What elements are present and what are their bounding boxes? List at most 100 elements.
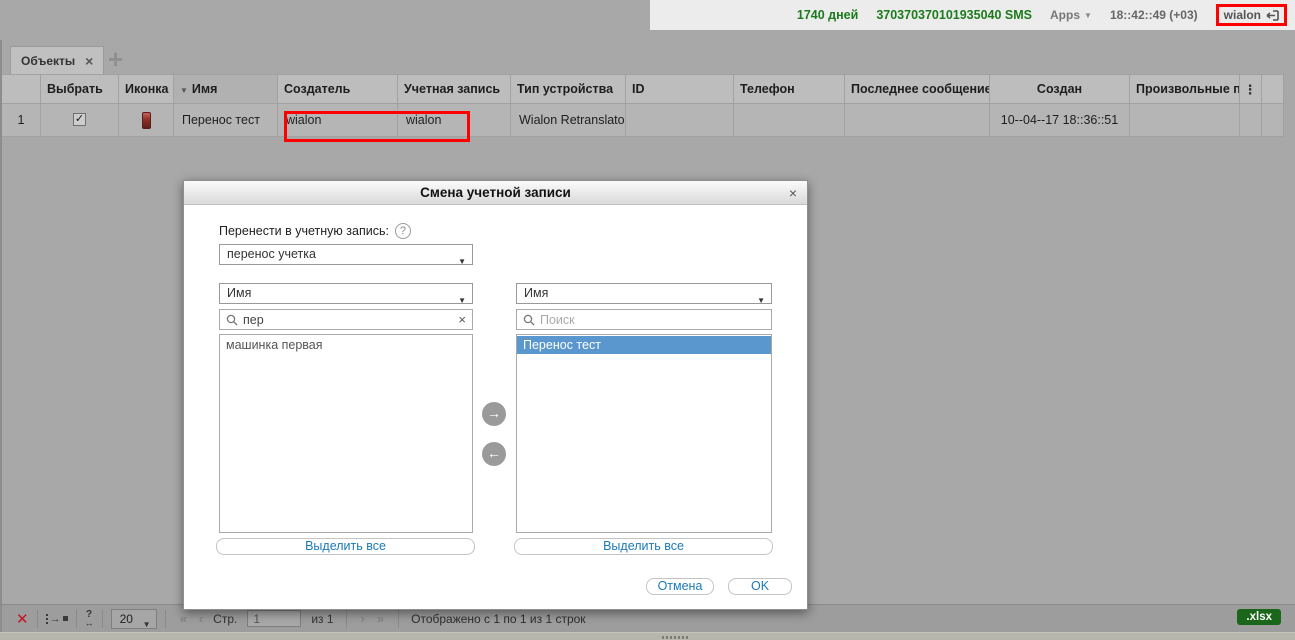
header-device-type[interactable]: Тип устройства	[511, 74, 626, 104]
page-total-label: из 1	[311, 612, 333, 626]
header-icon[interactable]: Иконка	[119, 74, 174, 104]
row-icon-cell	[119, 104, 174, 137]
divider	[37, 610, 38, 628]
move-to-account-icon[interactable]: →	[46, 613, 68, 625]
help-icon[interactable]: ?	[395, 223, 411, 239]
divider	[346, 610, 347, 628]
user-logout-button[interactable]: wialon	[1216, 4, 1287, 26]
apps-menu[interactable]: Apps ▼	[1050, 8, 1092, 22]
target-account-value: перенос учетка	[227, 247, 316, 261]
chevron-down-icon: ▼	[458, 291, 466, 310]
delete-selected-icon[interactable]: ✕	[16, 610, 29, 628]
tab-objects[interactable]: Объекты ×	[10, 46, 104, 74]
add-tab-icon[interactable]: +	[108, 46, 123, 72]
change-account-dialog: Смена учетной записи × Перенести в учетн…	[183, 180, 808, 610]
unit-device-icon	[142, 112, 151, 129]
row-name[interactable]: Перенос тест	[174, 104, 278, 137]
move-right-button[interactable]: →	[482, 402, 506, 426]
transfer-account-label: Перенести в учетную запись:	[219, 224, 389, 238]
header-account[interactable]: Учетная запись	[398, 74, 511, 104]
row-last-message	[845, 104, 990, 137]
row-number: 1	[2, 104, 41, 137]
ok-button[interactable]: OK	[728, 578, 792, 595]
tab-close-icon[interactable]: ×	[85, 53, 93, 69]
page-number-input[interactable]	[247, 610, 301, 627]
clear-search-icon[interactable]: ×	[458, 312, 466, 327]
right-sort-value: Имя	[524, 286, 548, 300]
right-sort-select[interactable]: Имя ▼	[516, 283, 772, 304]
header-spacer	[1262, 74, 1284, 104]
arrow-glyph: →	[50, 613, 61, 625]
divider	[76, 610, 77, 628]
search-icon	[226, 314, 238, 326]
row-created: 10--04--17 18::36::51	[990, 104, 1130, 137]
chevron-down-icon: ▼	[458, 252, 466, 271]
header-last-message[interactable]: Последнее сообщение	[845, 74, 990, 104]
header-creator[interactable]: Создатель	[278, 74, 398, 104]
tab-objects-label: Объекты	[21, 54, 75, 68]
row-kebab-spacer	[1240, 104, 1262, 137]
days-counter: 1740 дней	[797, 8, 858, 22]
rows-status-text: Отображено с 1 по 1 из 1 строк	[411, 612, 585, 626]
prev-page-button[interactable]: ‹	[199, 611, 203, 626]
divider	[398, 610, 399, 628]
clock-display: 18::42::49 (+03)	[1110, 8, 1198, 22]
left-search-box: ×	[219, 309, 473, 330]
apps-menu-label: Apps	[1050, 8, 1080, 22]
last-page-button[interactable]: »	[377, 611, 384, 626]
row-phone	[734, 104, 845, 137]
move-left-button[interactable]: ←	[482, 442, 506, 466]
row-end-spacer	[1262, 104, 1284, 137]
chevron-down-icon: ▼	[1084, 11, 1092, 20]
header-name[interactable]: ▼Имя	[174, 74, 278, 104]
row-custom-fields	[1130, 104, 1240, 137]
select-all-right-button[interactable]: Выделить все	[514, 538, 773, 555]
page-size-value: 20	[120, 612, 133, 626]
right-search-box	[516, 309, 772, 330]
annotation-box-account-cells	[284, 111, 470, 142]
bottom-resize-strip[interactable]	[0, 632, 1295, 640]
column-settings-icon[interactable]: ⋮	[1240, 74, 1262, 104]
left-search-input[interactable]	[243, 313, 453, 327]
left-sort-value: Имя	[227, 286, 251, 300]
first-page-button[interactable]: «	[180, 611, 187, 626]
page-size-select[interactable]: 20 ▼	[111, 609, 157, 629]
list-item-selected[interactable]: Перенос тест	[517, 336, 771, 354]
list-item[interactable]: машинка первая	[220, 336, 472, 354]
row-id	[626, 104, 734, 137]
right-search-input[interactable]	[540, 313, 765, 327]
row-select-cell[interactable]: ✓	[41, 104, 119, 137]
source-units-list[interactable]: машинка первая	[219, 334, 473, 533]
dialog-close-icon[interactable]: ×	[789, 181, 797, 205]
header-rownum	[2, 74, 41, 104]
left-sort-select[interactable]: Имя ▼	[219, 283, 473, 304]
logout-icon	[1266, 10, 1279, 21]
header-id[interactable]: ID	[626, 74, 734, 104]
objects-table: Выбрать Иконка ▼Имя Создатель Учетная за…	[2, 74, 1284, 137]
target-units-list[interactable]: Перенос тест	[516, 334, 772, 533]
row-checkbox[interactable]: ✓	[73, 113, 86, 126]
column-width-help-icon[interactable]: ? ↔	[85, 611, 94, 627]
dialog-titlebar: Смена учетной записи ×	[184, 181, 807, 205]
sms-counter: 370370370101935040 SMS	[876, 8, 1032, 22]
header-created[interactable]: Создан	[990, 74, 1130, 104]
page-label: Стр.	[213, 612, 237, 626]
top-header-bar: 1740 дней 370370370101935040 SMS Apps ▼ …	[650, 0, 1295, 30]
dots-glyph	[46, 614, 48, 624]
cancel-button[interactable]: Отмена	[646, 578, 714, 595]
header-custom-fields[interactable]: Произвольные пол	[1130, 74, 1240, 104]
username-label: wialon	[1224, 8, 1261, 22]
left-right-arrow-glyph: ↔	[85, 619, 94, 627]
select-all-left-button[interactable]: Выделить все	[216, 538, 475, 555]
chevron-down-icon: ▼	[143, 616, 151, 634]
sort-desc-icon: ▼	[180, 86, 188, 95]
divider	[165, 610, 166, 628]
header-phone[interactable]: Телефон	[734, 74, 845, 104]
resize-grip-icon	[662, 636, 690, 639]
row-device-type: Wialon Retranslator	[511, 104, 626, 137]
header-select[interactable]: Выбрать	[41, 74, 119, 104]
export-xlsx-button[interactable]: .xlsx	[1237, 609, 1281, 625]
next-page-button[interactable]: ›	[361, 611, 365, 626]
target-account-select[interactable]: перенос учетка ▼	[219, 244, 473, 265]
chevron-down-icon: ▼	[757, 291, 765, 310]
